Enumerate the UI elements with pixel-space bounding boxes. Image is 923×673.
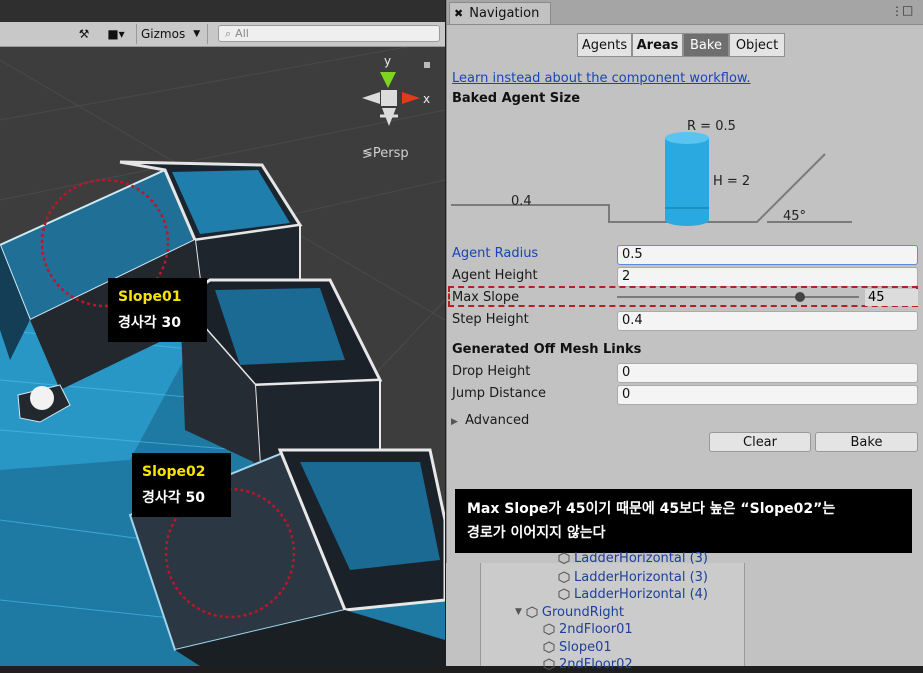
slider-track (617, 296, 859, 298)
hierarchy-item[interactable]: LadderHorizontal (3) (558, 549, 708, 567)
diagram-slope-label: 45° (783, 209, 807, 224)
agent-radius-field[interactable]: 0.5 (617, 245, 918, 265)
hierarchy-item[interactable]: 2ndFloor01 (543, 620, 633, 638)
component-workflow-link[interactable]: Learn instead about the component workfl… (452, 71, 751, 86)
advanced-label: Advanced (465, 413, 530, 428)
camera-icon[interactable]: ■▾ (100, 24, 132, 44)
diagram-height-label: H = 2 (713, 174, 751, 189)
gameobject-icon (543, 658, 555, 670)
bake-button[interactable]: Bake (815, 432, 918, 452)
tab-areas[interactable]: Areas (632, 33, 683, 57)
tab-agents[interactable]: Agents (577, 33, 632, 57)
gameobject-icon (543, 623, 555, 635)
clear-button[interactable]: Clear (709, 432, 811, 452)
gameobject-icon (558, 552, 570, 564)
chevron-down-icon[interactable]: ▼ (515, 607, 522, 617)
jump-distance-field[interactable]: 0 (617, 385, 918, 405)
drop-height-label: Drop Height (452, 364, 531, 379)
agent-height-field[interactable]: 2 (617, 267, 918, 287)
hierarchy-list: LadderHorizontal (3) LadderHorizontal (3… (480, 551, 745, 672)
agent-height-label: Agent Height (452, 268, 538, 283)
tab-bake[interactable]: Bake (683, 33, 729, 57)
step-height-field[interactable]: 0.4 (617, 311, 918, 331)
hierarchy-item[interactable]: LadderHorizontal (3) (558, 568, 708, 586)
gizmos-dropdown[interactable]: Gizmos ▼ (136, 24, 208, 44)
hierarchy-item[interactable]: ▼ GroundRight (515, 603, 624, 621)
hierarchy-item[interactable]: 2ndFloor02 (543, 655, 633, 673)
search-input[interactable]: ⌕ All (218, 25, 440, 42)
max-slope-slider[interactable] (617, 290, 859, 304)
agent-radius-label: Agent Radius (452, 246, 539, 261)
window-tab-bar: ✖ Navigation ⋮ □ (447, 0, 923, 25)
gameobject-icon (526, 606, 538, 618)
hierarchy-item-label: 2ndFloor01 (559, 621, 633, 637)
scene-top-strip (0, 0, 445, 22)
navigation-tab[interactable]: ✖ Navigation (449, 2, 551, 24)
offmesh-title: Generated Off Mesh Links (452, 342, 642, 357)
scene-viewport[interactable] (0, 0, 445, 666)
jump-distance-label: Jump Distance (452, 386, 546, 401)
gizmos-label: Gizmos (141, 27, 186, 41)
chevron-down-icon: ▼ (193, 29, 201, 39)
hierarchy-panel: LadderHorizontal (3) LadderHorizontal (3… (446, 551, 923, 672)
explanation-callout: Max Slope가 45이기 때문에 45보다 높은 “Slope02”는 경… (455, 489, 912, 553)
persp-label[interactable]: ≶Persp (362, 146, 409, 161)
advanced-foldout[interactable]: ▶ Advanced (451, 413, 529, 428)
scene-toolbar: ⚒ ■▾ Gizmos ▼ ⌕ All (0, 22, 445, 47)
chevron-right-icon: ▶ (451, 417, 458, 427)
diagram-radius-label: R = 0.5 (687, 119, 736, 134)
slider-thumb[interactable] (795, 292, 805, 302)
callout-line-1: Max Slope가 45이기 때문에 45보다 높은 “Slope02”는 (467, 501, 836, 517)
max-slope-label: Max Slope (452, 290, 520, 305)
gameobject-icon (543, 641, 555, 653)
slope01-label: Slope01 경사각 30 (108, 278, 207, 342)
hierarchy-item-label: GroundRight (541, 604, 624, 620)
gizmo-y-label: y (384, 54, 392, 68)
gameobject-icon (558, 588, 570, 600)
navigation-icon: ✖ (454, 7, 464, 20)
slope02-angle: 경사각 50 (142, 490, 205, 506)
hierarchy-item-label: 2ndFloor02 (559, 656, 633, 672)
search-icon: ⌕ (225, 26, 232, 40)
slope01-title: Slope01 (118, 289, 182, 305)
tab-object[interactable]: Object (729, 33, 785, 57)
slope02-title: Slope02 (142, 464, 206, 480)
window-title: Navigation (469, 6, 540, 21)
step-height-label: Step Height (452, 312, 529, 327)
hierarchy-item-label: LadderHorizontal (4) (574, 586, 708, 602)
slope01-angle: 경사각 30 (118, 315, 181, 331)
drop-height-field[interactable]: 0 (617, 363, 918, 383)
maximize-icon[interactable]: □ (902, 3, 913, 17)
search-placeholder: All (235, 27, 249, 40)
slope02-label: Slope02 경사각 50 (132, 453, 231, 517)
hierarchy-item[interactable]: Slope01 (543, 638, 612, 656)
tools-icon[interactable]: ⚒ (74, 24, 94, 44)
max-slope-field[interactable]: 45 (865, 289, 918, 306)
gizmo-x-label: x (423, 92, 431, 106)
scene-view[interactable]: ⚒ ■▾ Gizmos ▼ ⌕ All y x ≶Persp Slope01 경… (0, 0, 445, 666)
diagram-step-label: 0.4 (511, 194, 532, 209)
gameobject-icon (558, 571, 570, 583)
hierarchy-item[interactable]: LadderHorizontal (4) (558, 585, 708, 603)
baked-agent-size-title: Baked Agent Size (452, 91, 581, 106)
hierarchy-item-label: LadderHorizontal (3) (574, 569, 708, 585)
hierarchy-item-label: Slope01 (559, 639, 612, 655)
hierarchy-item-label: LadderHorizontal (3) (574, 550, 708, 566)
callout-line-2: 경로가 이어지지 않는다 (467, 525, 606, 541)
agent-size-diagram (451, 132, 852, 226)
navigation-window: ✖ Navigation ⋮ □ Agents Areas Bake Objec… (446, 0, 923, 563)
